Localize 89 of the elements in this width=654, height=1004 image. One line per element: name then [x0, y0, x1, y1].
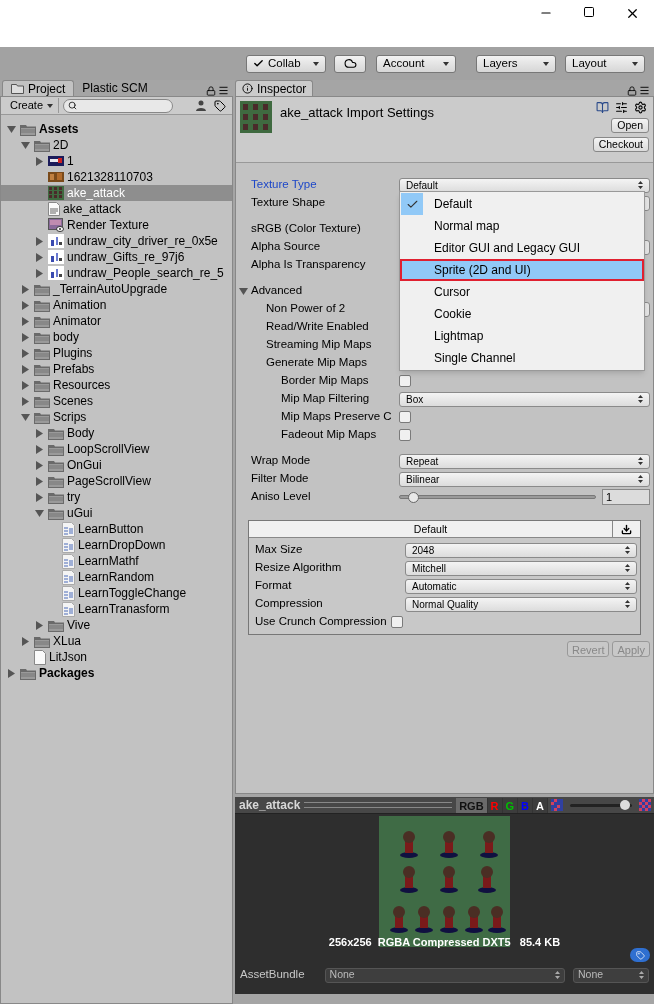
property-label: Non Power of 2 — [266, 301, 346, 317]
tree-item[interactable]: _TerrainAutoUpgrade — [1, 281, 232, 297]
tree-item[interactable]: try — [1, 489, 232, 505]
property-label: Alpha Is Transparency — [251, 257, 366, 273]
create-button[interactable]: Create — [5, 98, 60, 113]
tree-item[interactable]: undraw_city_driver_re_0x5e — [1, 233, 232, 249]
property-label: Mip Maps Preserve C — [281, 409, 392, 425]
tree-item[interactable]: Scrips — [1, 409, 232, 425]
toolbar-dropdown[interactable]: Account — [376, 54, 456, 73]
tree-item[interactable]: body — [1, 329, 232, 345]
tree-item[interactable]: LearnRandom — [1, 569, 232, 585]
tree-item[interactable]: undraw_Gifts_re_97j6 — [1, 249, 232, 265]
tree-item[interactable]: Render Texture — [1, 217, 232, 233]
toolbar-dropdown[interactable]: Layers — [476, 54, 556, 73]
tree-item[interactable]: PageScrollView — [1, 473, 232, 489]
property-label: Fadeout Mip Maps — [281, 427, 377, 443]
tree-item[interactable]: undraw_People_search_re_5 — [1, 265, 232, 281]
dropdown[interactable]: Automatic — [405, 578, 637, 594]
inspector-title: ake_attack Import Settings — [280, 104, 434, 122]
menu-item[interactable]: Normal map — [400, 215, 644, 237]
asset-bundle-dropdown[interactable]: None — [573, 967, 649, 983]
property-label: Read/Write Enabled — [266, 319, 369, 335]
tree-item[interactable]: uGui — [1, 505, 232, 521]
property-label: Resize Algorithm — [254, 560, 343, 576]
property-label: Max Size — [254, 542, 304, 558]
property-label: Texture Type — [251, 177, 317, 193]
header-button[interactable]: Open — [611, 118, 649, 133]
property-label: Filter Mode — [251, 471, 309, 487]
dropdown[interactable]: Repeat — [399, 453, 650, 469]
number-field[interactable]: 1 — [602, 489, 650, 505]
asset-bundle-dropdown[interactable]: None — [324, 967, 565, 983]
panel-tab[interactable]: Inspector — [235, 80, 314, 96]
property-label: Streaming Mip Maps — [266, 337, 372, 353]
texture-info: 256x256 RGBA Compressed DXT5 85.4 KB — [327, 935, 562, 950]
tree-item[interactable]: LearnTranasform — [1, 601, 232, 617]
tree-item[interactable]: 1 — [1, 153, 232, 169]
toolbar-dropdown[interactable]: Layout — [565, 54, 645, 73]
tree-item[interactable]: LitJson — [1, 649, 232, 665]
tree-item[interactable]: LearnMathf — [1, 553, 232, 569]
channel-toggle[interactable]: A — [533, 797, 548, 813]
property-label: Mip Map Filtering — [281, 391, 370, 407]
tree-item[interactable]: Vive — [1, 617, 232, 633]
property-label: Compression — [254, 596, 324, 612]
tree-item[interactable]: Resources — [1, 377, 232, 393]
property-label: Advanced — [251, 283, 303, 299]
asset-bundle-label: AssetBundle — [240, 967, 305, 983]
tree-item[interactable]: Animator — [1, 313, 232, 329]
tree-item[interactable]: LearnToggleChange — [1, 585, 232, 601]
tree-item[interactable]: Animation — [1, 297, 232, 313]
dropdown[interactable]: Box — [399, 391, 650, 407]
property-label: Use Crunch Compression — [254, 614, 387, 630]
dropdown[interactable]: Mitchell — [405, 560, 637, 576]
menu-item[interactable]: Editor GUI and Legacy GUI — [400, 237, 644, 259]
property-label: Generate Mip Maps — [266, 355, 367, 371]
tree-item[interactable]: XLua — [1, 633, 232, 649]
tree-item[interactable]: Body — [1, 425, 232, 441]
property-label: sRGB (Color Texture) — [251, 221, 361, 237]
property-label: Format — [254, 578, 293, 594]
dropdown[interactable]: Bilinear — [399, 471, 650, 487]
tree-item[interactable]: 2D — [1, 137, 232, 153]
property-label: Aniso Level — [251, 489, 311, 505]
tree-item[interactable]: ake_attack — [1, 201, 232, 217]
property-label: Alpha Source — [251, 239, 321, 255]
tree-item[interactable]: 1621328110703 — [1, 169, 232, 185]
panel-tab[interactable]: Plastic SCM — [74, 80, 156, 96]
menu-item[interactable]: Default — [400, 193, 644, 215]
collab-button[interactable]: Collab — [246, 54, 326, 73]
tree-item[interactable]: Assets — [1, 121, 232, 137]
menu-item[interactable]: Cookie — [400, 303, 644, 325]
tree-item[interactable]: LoopScrollView — [1, 441, 232, 457]
tree-item[interactable]: OnGui — [1, 457, 232, 473]
menu-item[interactable]: Sprite (2D and UI) — [400, 259, 644, 281]
header-button[interactable]: Checkout — [592, 137, 649, 152]
tree-item[interactable]: Plugins — [1, 345, 232, 361]
preview-title: ake_attack — [238, 797, 302, 814]
dropdown[interactable]: Normal Quality — [405, 596, 637, 612]
menu-item[interactable]: Single Channel — [400, 347, 644, 369]
tree-item[interactable]: LearnButton — [1, 521, 232, 537]
property-label: Border Mip Maps — [281, 373, 369, 389]
tree-item[interactable]: LearnDropDown — [1, 537, 232, 553]
tree-item[interactable]: Prefabs — [1, 361, 232, 377]
dropdown[interactable]: 2048 — [405, 542, 637, 558]
tree-item[interactable]: Packages — [1, 665, 232, 681]
tree-item[interactable]: Scenes — [1, 393, 232, 409]
property-label: Wrap Mode — [251, 453, 311, 469]
property-label: Texture Shape — [251, 195, 326, 211]
menu-item[interactable]: Lightmap — [400, 325, 644, 347]
panel-tab[interactable]: Project — [2, 80, 75, 96]
menu-item[interactable]: Cursor — [400, 281, 644, 303]
